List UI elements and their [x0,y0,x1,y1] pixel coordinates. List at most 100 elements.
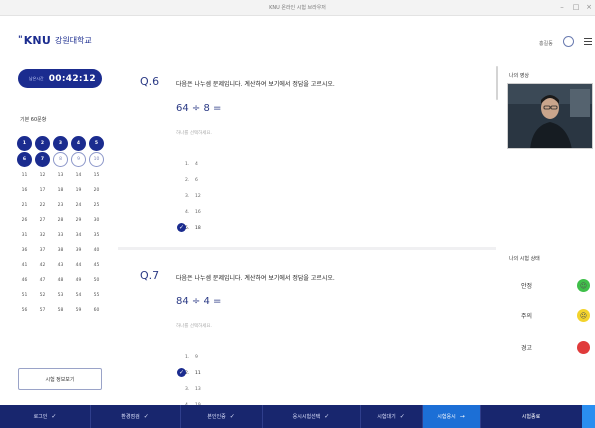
question-nav-45[interactable]: 45 [89,258,104,272]
step-4: 응시시험선택 ✓ [262,405,360,428]
question-nav-38[interactable]: 38 [53,243,68,257]
step-3: 본인인증 ✓ [180,405,262,428]
question-nav-49[interactable]: 49 [71,273,86,287]
question-nav-25[interactable]: 25 [89,198,104,212]
answer-option[interactable]: 2. 6 [185,174,198,186]
close-icon[interactable]: × [584,3,594,12]
question-nav-51[interactable]: 51 [17,288,32,302]
question-nav-3[interactable]: 3 [53,136,68,151]
question-nav-52[interactable]: 52 [35,288,50,302]
question-nav-36[interactable]: 36 [17,243,32,257]
user-icon[interactable] [563,36,574,47]
question-nav-40[interactable]: 40 [89,243,104,257]
question-nav-12[interactable]: 12 [35,168,50,182]
question-nav-21[interactable]: 21 [17,198,32,212]
content-scrollbar[interactable] [496,66,498,100]
question-nav-1[interactable]: 1 [17,136,32,151]
question-nav-2[interactable]: 2 [35,136,50,151]
question-nav-27[interactable]: 27 [35,213,50,227]
question-nav-11[interactable]: 11 [17,168,32,182]
exam-status-title: 나의 시험 상태 [509,256,540,262]
answer-option[interactable]: 4. 16 [185,206,201,218]
option-number: 3. [185,193,190,199]
question-nav-15[interactable]: 15 [89,168,104,182]
option-value: 12 [195,193,201,199]
question-nav-30[interactable]: 30 [89,213,104,227]
question-nav-13[interactable]: 13 [53,168,68,182]
window-titlebar: KNU 온라인 시험 브라우저 – □ × [0,0,595,16]
question-nav-42[interactable]: 42 [35,258,50,272]
question-nav-31[interactable]: 31 [17,228,32,242]
check-icon: ✓ [399,413,405,420]
question-nav-60[interactable]: 60 [89,303,104,317]
question-nav-23[interactable]: 23 [53,198,68,212]
step-2: 환경점검 ✓ [90,405,180,428]
status-row: 안정 ☺ [500,276,595,298]
answer-option[interactable]: 3. 12 [185,190,201,202]
camera-label: 나의 영상 [509,73,529,79]
question-nav-32[interactable]: 32 [35,228,50,242]
option-number: 4. [185,209,190,215]
question-nav-22[interactable]: 22 [35,198,50,212]
question-nav-14[interactable]: 14 [71,168,86,182]
question-expression: 84 ÷ 4 = [176,296,222,307]
question-nav-29[interactable]: 29 [71,213,86,227]
step-separator [422,405,423,428]
step-label: 본인인증 [207,414,226,420]
question-nav-39[interactable]: 39 [71,243,86,257]
question-nav-54[interactable]: 54 [71,288,86,302]
question-nav-5[interactable]: 5 [89,136,104,151]
question-nav-55[interactable]: 55 [89,288,104,302]
question-nav-8[interactable]: 8 [53,152,68,167]
question-nav-46[interactable]: 46 [17,273,32,287]
option-value: 9 [195,354,198,360]
check-icon: ✓ [177,368,186,377]
question-nav-17[interactable]: 17 [35,183,50,197]
option-number: 1. [185,354,190,360]
menu-icon[interactable] [584,38,592,45]
question-nav-33[interactable]: 33 [53,228,68,242]
question-nav-34[interactable]: 34 [71,228,86,242]
exam-info-button[interactable]: 시험 정보보기 [18,368,102,390]
answer-option[interactable]: 1. 9 [185,351,198,363]
question-nav-50[interactable]: 50 [89,273,104,287]
answer-option[interactable]: 3. 13 [185,383,201,395]
option-value: 4 [195,161,198,167]
question-nav-43[interactable]: 43 [53,258,68,272]
question-nav-44[interactable]: 44 [71,258,86,272]
question-nav-59[interactable]: 59 [71,303,86,317]
question-nav-7[interactable]: 7 [35,152,50,167]
question-nav-10[interactable]: 10 [89,152,104,167]
option-value: 11 [195,370,201,376]
question-nav-57[interactable]: 57 [35,303,50,317]
question-nav-47[interactable]: 47 [35,273,50,287]
question-nav-9[interactable]: 9 [71,152,86,167]
question-nav-20[interactable]: 20 [89,183,104,197]
timer-badge: 남은시간 00:42:12 [18,69,102,88]
status-label: 경고 [521,345,533,352]
question-nav-28[interactable]: 28 [53,213,68,227]
question-nav-41[interactable]: 41 [17,258,32,272]
answer-option[interactable]: ✓ 5. 18 [177,222,201,234]
question-nav-56[interactable]: 56 [17,303,32,317]
question-nav-37[interactable]: 37 [35,243,50,257]
question-nav-58[interactable]: 58 [53,303,68,317]
question-nav-35[interactable]: 35 [89,228,104,242]
logo-university-name: 강원대학교 [54,35,92,45]
step-separator [360,405,361,428]
question-nav-53[interactable]: 53 [53,288,68,302]
question-nav-48[interactable]: 48 [53,273,68,287]
question-divider [118,247,496,250]
question-nav-6[interactable]: 6 [17,152,32,167]
maximize-icon[interactable]: □ [571,3,581,12]
question-nav-19[interactable]: 19 [71,183,86,197]
question-nav-18[interactable]: 18 [53,183,68,197]
question-nav-4[interactable]: 4 [71,136,86,151]
question-nav-16[interactable]: 16 [17,183,32,197]
question-nav-24[interactable]: 24 [71,198,86,212]
answer-option[interactable]: ✓ 2. 11 [177,367,201,379]
answer-option[interactable]: 1. 4 [185,158,198,170]
question-nav-26[interactable]: 26 [17,213,32,227]
option-number: 2. [185,370,190,376]
minimize-icon[interactable]: – [557,3,567,12]
